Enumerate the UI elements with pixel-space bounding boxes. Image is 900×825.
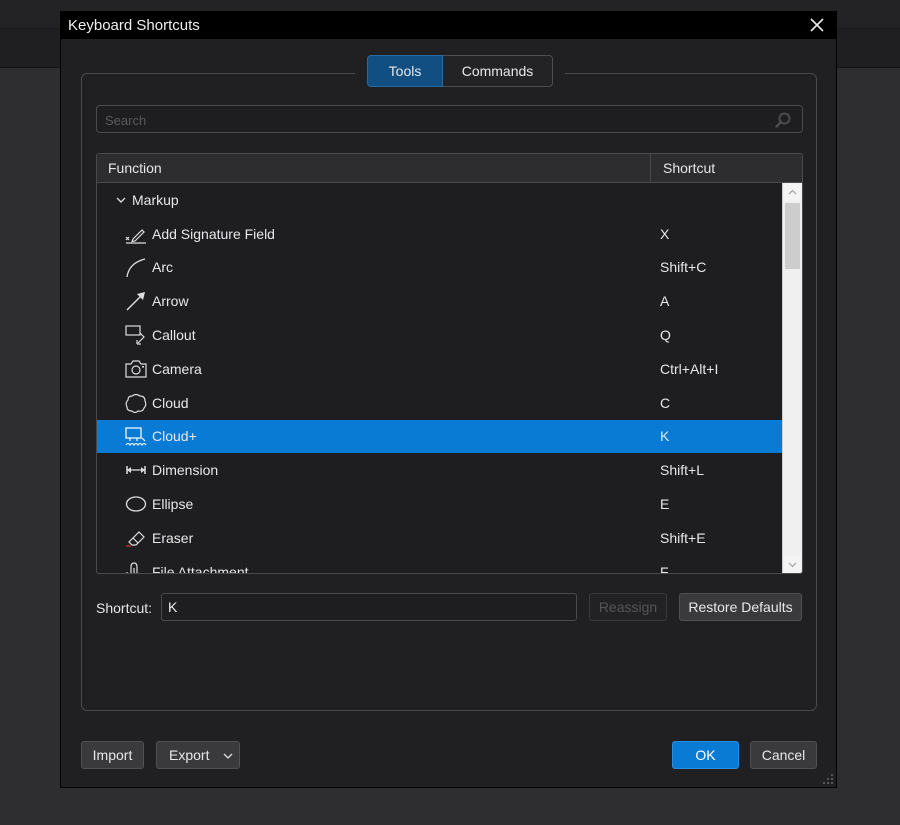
group-label: Markup (132, 191, 179, 208)
function-label: Dimension (152, 462, 219, 479)
arc-icon (126, 257, 146, 277)
table-row[interactable]: Arrow A (97, 284, 782, 318)
file-attachment-icon (126, 562, 138, 573)
function-label: Arrow (152, 293, 189, 310)
shortcuts-table: Function Shortcut Markup Add Signature F… (96, 153, 803, 574)
reassign-button[interactable]: Reassign (589, 593, 667, 621)
shortcut-value: Shift+C (660, 259, 707, 276)
scroll-up-icon[interactable] (784, 184, 801, 201)
export-label: Export (169, 747, 210, 763)
search-input[interactable] (103, 106, 767, 134)
export-dropdown-button[interactable]: Export (156, 741, 240, 769)
cancel-button[interactable]: Cancel (750, 741, 817, 769)
table-row[interactable]: Callout Q (97, 318, 782, 352)
table-row[interactable]: Camera Ctrl+Alt+I (97, 352, 782, 386)
function-label: Cloud (152, 394, 189, 411)
shortcut-value: Shift+L (660, 462, 704, 479)
search-icon[interactable] (774, 111, 792, 129)
shortcut-value: Shift+E (660, 529, 706, 546)
chevron-down-icon (223, 753, 233, 759)
scrollbar-thumb[interactable] (785, 203, 800, 269)
table-row[interactable]: Arc Shift+C (97, 251, 782, 285)
function-label: Ellipse (152, 496, 194, 513)
shortcut-field-label: Shortcut: (96, 600, 153, 616)
dimension-icon (126, 466, 146, 475)
ok-button[interactable]: OK (672, 741, 739, 769)
table-row[interactable]: Eraser Shift+E (97, 521, 782, 555)
resize-grip-icon[interactable] (822, 773, 834, 785)
table-row[interactable]: Add Signature Field X (97, 217, 782, 251)
column-header-function[interactable]: Function (97, 154, 651, 182)
arrow-icon (126, 292, 145, 311)
shortcut-value: Q (660, 327, 671, 344)
chevron-down-icon[interactable] (115, 194, 127, 206)
keyboard-shortcuts-dialog: Keyboard Shortcuts Tools Commands Functi… (60, 11, 837, 788)
shortcut-value: C (660, 394, 671, 411)
eraser-icon (126, 531, 145, 547)
restore-defaults-button[interactable]: Restore Defaults (679, 593, 802, 621)
shortcut-value: F (660, 563, 669, 574)
table-row[interactable]: File Attachment F (97, 555, 782, 574)
function-label: Add Signature Field (152, 225, 275, 242)
cloud-icon (125, 393, 147, 413)
ellipse-icon (125, 496, 147, 512)
callout-icon (125, 325, 145, 345)
dialog-title: Keyboard Shortcuts (68, 17, 200, 34)
function-label: Callout (152, 327, 196, 344)
function-label: Eraser (152, 529, 194, 546)
table-row[interactable]: Cloud C (97, 386, 782, 420)
camera-icon (125, 360, 147, 378)
function-label: Arc (152, 259, 173, 276)
table-row[interactable]: Dimension Shift+L (97, 453, 782, 487)
close-icon[interactable] (808, 16, 826, 34)
function-label: Camera (152, 360, 202, 377)
dialog-titlebar: Keyboard Shortcuts (61, 12, 836, 39)
table-body: Markup Add Signature Field X Arc Shift+C (97, 183, 782, 574)
table-header: Function Shortcut (97, 154, 802, 183)
table-row-selected[interactable]: Cloud+ K (97, 419, 782, 454)
search-box (96, 105, 803, 134)
scroll-down-icon[interactable] (784, 556, 801, 573)
function-label: Cloud+ (152, 428, 197, 445)
table-row[interactable]: Ellipse E (97, 487, 782, 521)
tab-tools[interactable]: Tools (367, 55, 443, 87)
shortcut-value: E (660, 496, 670, 513)
import-button[interactable]: Import (81, 741, 144, 769)
shortcut-value: A (660, 293, 670, 310)
function-label: File Attachment (152, 563, 249, 574)
shortcut-value: X (660, 225, 670, 242)
tab-commands[interactable]: Commands (443, 55, 553, 87)
vertical-scrollbar[interactable] (782, 183, 802, 573)
signature-field-icon (125, 228, 146, 244)
shortcut-value: K (660, 428, 670, 445)
shortcut-input[interactable] (161, 593, 577, 621)
group-row-markup[interactable]: Markup (97, 183, 782, 217)
column-header-shortcut[interactable]: Shortcut (651, 154, 802, 182)
shortcut-value: Ctrl+Alt+I (660, 360, 719, 377)
cloud-plus-icon (125, 426, 147, 446)
tab-bar: Tools Commands (355, 55, 565, 89)
